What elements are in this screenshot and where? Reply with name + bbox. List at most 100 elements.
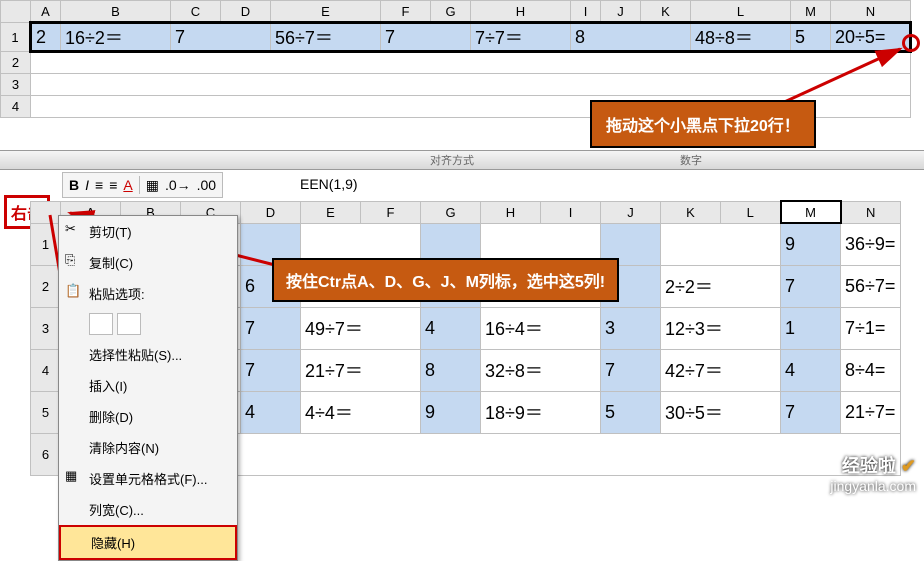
cell[interactable]: 4 <box>421 307 481 349</box>
col-N[interactable]: N <box>831 1 911 23</box>
menu-cut[interactable]: ✂剪切(T) <box>59 216 237 247</box>
paste-option-2[interactable] <box>117 313 141 335</box>
menu-format-cells[interactable]: ▦设置单元格格式(F)... <box>59 463 237 494</box>
col-C[interactable]: C <box>171 1 221 23</box>
cell[interactable]: 56÷7＝ <box>271 23 381 52</box>
row-hdr[interactable]: 3 <box>31 307 61 349</box>
cell[interactable]: 7 <box>781 391 841 433</box>
col-E[interactable]: E <box>301 201 361 223</box>
row-1[interactable]: 1 <box>1 23 31 52</box>
cell[interactable]: 7 <box>781 265 841 307</box>
col-J[interactable]: J <box>601 201 661 223</box>
col-L[interactable]: L <box>691 1 791 23</box>
row-hdr[interactable]: 4 <box>31 349 61 391</box>
col-K[interactable]: K <box>661 201 721 223</box>
col-B[interactable]: B <box>61 1 171 23</box>
row-4[interactable]: 4 <box>1 96 31 118</box>
row-3[interactable]: 3 <box>1 74 31 96</box>
cell[interactable]: 30÷5＝ <box>661 391 781 433</box>
cell[interactable]: 21÷7＝ <box>301 349 421 391</box>
cell[interactable]: 42÷7＝ <box>661 349 781 391</box>
cell[interactable]: 4 <box>241 391 301 433</box>
col-K[interactable]: K <box>641 1 691 23</box>
cell[interactable]: 3 <box>601 307 661 349</box>
cell[interactable]: 56÷7= <box>841 265 901 307</box>
bold-button[interactable]: B <box>69 177 79 193</box>
cell[interactable]: 5 <box>601 391 661 433</box>
row-hdr[interactable]: 2 <box>31 265 61 307</box>
paste-option-1[interactable] <box>89 313 113 335</box>
cell[interactable]: 36÷9= <box>841 223 901 265</box>
menu-copy[interactable]: ⎘复制(C) <box>59 247 237 278</box>
cell[interactable]: 7 <box>171 23 271 52</box>
cell[interactable]: 7 <box>241 307 301 349</box>
col-E[interactable]: E <box>271 1 381 23</box>
context-menu[interactable]: ✂剪切(T) ⎘复制(C) 📋粘贴选项: 选择性粘贴(S)... 插入(I) 删… <box>58 215 238 561</box>
cell[interactable] <box>31 52 911 74</box>
cell[interactable]: 16÷2＝ <box>61 23 171 52</box>
row-hdr[interactable]: 5 <box>31 391 61 433</box>
col-G[interactable]: G <box>421 201 481 223</box>
cell[interactable]: 5 <box>791 23 831 52</box>
menu-clear[interactable]: 清除内容(N) <box>59 432 237 463</box>
col-H[interactable]: H <box>471 1 571 23</box>
formula-bar[interactable]: EEN(1,9) <box>300 176 358 192</box>
cell[interactable]: 21÷7= <box>841 391 901 433</box>
col-F[interactable]: F <box>381 1 431 23</box>
col-D[interactable]: D <box>241 201 301 223</box>
cell[interactable]: 32÷8＝ <box>481 349 601 391</box>
menu-delete[interactable]: 删除(D) <box>59 401 237 432</box>
cell[interactable] <box>31 74 911 96</box>
mini-toolbar[interactable]: B I ≡ ≡ A ▦ .0→ .00 <box>62 172 223 198</box>
cell[interactable]: 2÷2＝ <box>661 265 781 307</box>
select-all-corner[interactable] <box>1 1 31 23</box>
col-L[interactable]: L <box>721 201 781 223</box>
cell[interactable]: 12÷3＝ <box>661 307 781 349</box>
cell[interactable] <box>661 223 781 265</box>
cell[interactable]: 9 <box>781 223 841 265</box>
decimal-inc-icon[interactable]: .0→ <box>165 177 191 193</box>
align-icon[interactable]: ≡ <box>95 177 103 193</box>
col-G[interactable]: G <box>431 1 471 23</box>
col-N[interactable]: N <box>841 201 901 223</box>
menu-paste-special[interactable]: 选择性粘贴(S)... <box>59 339 237 370</box>
cell[interactable]: 7÷1= <box>841 307 901 349</box>
col-I[interactable]: I <box>541 201 601 223</box>
row-hdr[interactable]: 1 <box>31 223 61 265</box>
menu-insert[interactable]: 插入(I) <box>59 370 237 401</box>
cell[interactable]: 7 <box>241 349 301 391</box>
cell[interactable]: 8 <box>571 23 691 52</box>
cell[interactable]: 49÷7＝ <box>301 307 421 349</box>
row-2[interactable]: 2 <box>1 52 31 74</box>
col-M[interactable]: M <box>781 201 841 223</box>
decimal-dec-icon[interactable]: .00 <box>197 177 216 193</box>
col-J[interactable]: J <box>601 1 641 23</box>
col-M[interactable]: M <box>791 1 831 23</box>
cell[interactable]: 9 <box>421 391 481 433</box>
corner[interactable] <box>31 201 61 223</box>
cell[interactable]: 8 <box>421 349 481 391</box>
cell[interactable]: 48÷8＝ <box>691 23 791 52</box>
cell[interactable]: 1 <box>781 307 841 349</box>
font-color-button[interactable]: A <box>123 177 132 193</box>
menu-column-width[interactable]: 列宽(C)... <box>59 494 237 525</box>
italic-button[interactable]: I <box>85 177 89 193</box>
cell[interactable]: 18÷9＝ <box>481 391 601 433</box>
col-I[interactable]: I <box>571 1 601 23</box>
row-hdr[interactable]: 6 <box>31 433 61 475</box>
col-D[interactable]: D <box>221 1 271 23</box>
cell[interactable]: 4÷4＝ <box>301 391 421 433</box>
cell[interactable]: 7 <box>601 349 661 391</box>
menu-hide[interactable]: 隐藏(H) <box>59 525 237 560</box>
col-H[interactable]: H <box>481 201 541 223</box>
col-F[interactable]: F <box>361 201 421 223</box>
cell[interactable]: 2 <box>31 23 61 52</box>
fill-color-icon[interactable]: ▦ <box>146 177 159 194</box>
cell[interactable]: 8÷4= <box>841 349 901 391</box>
align-icon[interactable]: ≡ <box>109 177 117 193</box>
cell[interactable]: 20÷5= <box>831 23 911 52</box>
cell[interactable]: 4 <box>781 349 841 391</box>
cell[interactable]: 7÷7＝ <box>471 23 571 52</box>
col-A[interactable]: A <box>31 1 61 23</box>
cell[interactable]: 16÷4＝ <box>481 307 601 349</box>
